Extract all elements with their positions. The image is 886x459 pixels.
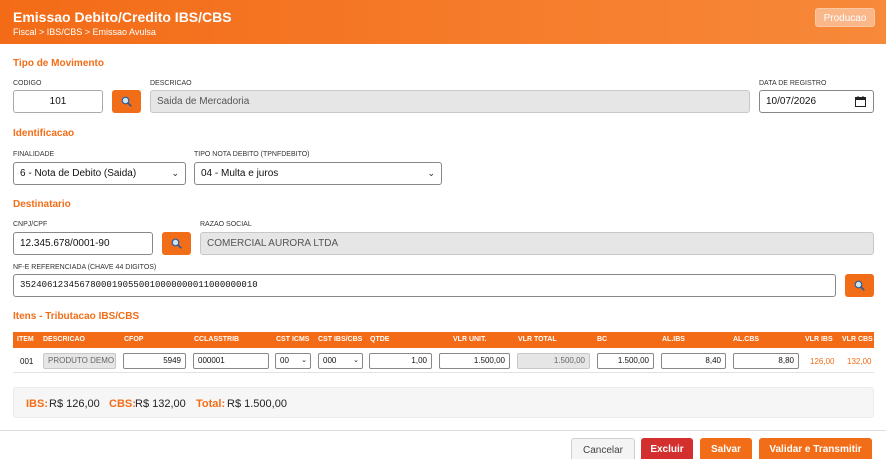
item-vlr-total-field: 1.500,00 bbox=[517, 353, 590, 369]
col-vlr-unit: VLR UNIT. bbox=[453, 336, 487, 343]
data-registro-label: DATA DE REGISTRO bbox=[759, 80, 827, 87]
item-cst-ibscbs-select[interactable]: 000 ⌄ bbox=[318, 353, 363, 369]
grand-total-label: Total: bbox=[196, 398, 226, 410]
descricao-label: DESCRICAO bbox=[150, 80, 192, 87]
validate-transmit-button[interactable]: Validar e Transmitir bbox=[759, 438, 872, 459]
ibs-total-label: IBS: bbox=[26, 398, 48, 410]
footer-divider bbox=[0, 430, 886, 431]
cnpj-input[interactable]: 12.345.678/0001-90 bbox=[13, 232, 153, 255]
breadcrumb: Fiscal > IBS/CBS > Emissao Avulsa bbox=[13, 27, 156, 37]
totals-panel: IBS: R$ 126,00 CBS: R$ 132,00 Total: R$ … bbox=[13, 387, 874, 418]
ibs-total-value: R$ 126,00 bbox=[49, 398, 100, 410]
item-al-ibs-input[interactable]: 8,40 bbox=[661, 353, 726, 369]
search-icon bbox=[171, 238, 182, 249]
section-identificacao: Identificacao bbox=[13, 128, 75, 139]
cnpj-search-button[interactable] bbox=[162, 232, 191, 255]
item-cst-ibscbs-value: 000 bbox=[323, 356, 337, 365]
col-bc: BC bbox=[597, 336, 608, 343]
col-al-ibs: AL.IBS bbox=[662, 336, 685, 343]
col-cfop: CFOP bbox=[124, 336, 144, 343]
delete-button[interactable]: Excluir bbox=[641, 438, 693, 459]
finalidade-value: 6 - Nota de Debito (Saida) bbox=[20, 168, 137, 179]
chevron-down-icon: ⌄ bbox=[353, 357, 359, 364]
col-qtde: QTDE bbox=[370, 336, 390, 343]
item-vlr-unit-input[interactable]: 1.500,00 bbox=[439, 353, 510, 369]
razao-field: COMERCIAL AURORA LTDA bbox=[200, 232, 874, 255]
nfe-label: NF-E REFERENCIADA (CHAVE 44 DIGITOS) bbox=[13, 264, 157, 271]
tipo-nota-label: TIPO NOTA DEBITO (TPNFDEBITO) bbox=[194, 151, 310, 158]
item-qtde-input[interactable]: 1,00 bbox=[369, 353, 432, 369]
section-itens: Itens - Tributacao IBS/CBS bbox=[13, 311, 140, 322]
chevron-down-icon: ⌄ bbox=[171, 168, 179, 178]
codigo-search-button[interactable] bbox=[112, 90, 141, 113]
cbs-total-label: CBS: bbox=[109, 398, 136, 410]
codigo-label: CODIGO bbox=[13, 80, 42, 87]
tipo-nota-value: 04 - Multa e juros bbox=[201, 168, 279, 179]
razao-label: RAZAO SOCIAL bbox=[200, 221, 252, 228]
item-vlr-ibs: 126,00 bbox=[810, 357, 835, 366]
codigo-input[interactable]: 101 bbox=[13, 90, 103, 113]
cnpj-label: CNPJ/CPF bbox=[13, 221, 48, 228]
cancel-button[interactable]: Cancelar bbox=[571, 438, 635, 459]
col-vlr-cbs: VLR CBS bbox=[842, 336, 873, 343]
section-destinatario: Destinatario bbox=[13, 199, 71, 210]
search-icon bbox=[854, 280, 865, 291]
search-icon bbox=[121, 96, 132, 107]
item-number: 001 bbox=[20, 357, 34, 366]
col-cclasstrib: CCLASSTRIB bbox=[194, 336, 240, 343]
environment-button[interactable]: Producao bbox=[815, 8, 875, 27]
item-bc-input[interactable]: 1.500,00 bbox=[597, 353, 654, 369]
col-vlr-total: VLR TOTAL bbox=[518, 336, 557, 343]
data-registro-value: 10/07/2026 bbox=[766, 96, 817, 107]
col-al-cbs: AL.CBS bbox=[733, 336, 760, 343]
page-title: Emissao Debito/Credito IBS/CBS bbox=[13, 9, 232, 25]
items-table-header: ITEM DESCRICAO CFOP CCLASSTRIB CST ICMS … bbox=[13, 332, 874, 348]
chevron-down-icon: ⌄ bbox=[427, 168, 435, 178]
col-vlr-ibs: VLR IBS bbox=[805, 336, 833, 343]
item-cst-icms-select[interactable]: 00 ⌄ bbox=[275, 353, 311, 369]
item-cclasstrib-input[interactable]: 000001 bbox=[193, 353, 269, 369]
descricao-field: Saida de Mercadoria bbox=[150, 90, 750, 113]
col-item: ITEM bbox=[17, 336, 34, 343]
nfe-input[interactable]: 3524061234567800019055001000000001100000… bbox=[13, 274, 836, 297]
finalidade-select[interactable]: 6 - Nota de Debito (Saida) ⌄ bbox=[13, 162, 186, 185]
item-vlr-cbs: 132,00 bbox=[847, 357, 872, 366]
tipo-nota-select[interactable]: 04 - Multa e juros ⌄ bbox=[194, 162, 442, 185]
col-cst-icms: CST ICMS bbox=[276, 336, 310, 343]
save-button[interactable]: Salvar bbox=[700, 438, 752, 459]
data-registro-input[interactable]: 10/07/2026 bbox=[759, 90, 874, 113]
item-cst-icms-value: 00 bbox=[280, 356, 289, 365]
calendar-icon[interactable] bbox=[855, 96, 866, 107]
chevron-down-icon: ⌄ bbox=[301, 357, 307, 364]
cbs-total-value: R$ 132,00 bbox=[135, 398, 186, 410]
page-header: Emissao Debito/Credito IBS/CBS Fiscal > … bbox=[0, 0, 886, 44]
item-descricao-field: PRODUTO DEMO bbox=[43, 353, 116, 369]
section-tipo-movimento: Tipo de Movimento bbox=[13, 58, 104, 69]
nfe-search-button[interactable] bbox=[845, 274, 874, 297]
row-divider bbox=[13, 372, 874, 373]
item-cfop-input[interactable]: 5949 bbox=[123, 353, 186, 369]
grand-total-value: R$ 1.500,00 bbox=[227, 398, 287, 410]
item-al-cbs-input[interactable]: 8,80 bbox=[733, 353, 799, 369]
finalidade-label: FINALIDADE bbox=[13, 151, 55, 158]
col-descricao: DESCRICAO bbox=[43, 336, 86, 343]
col-cst-ibscbs: CST IBS/CBS bbox=[318, 336, 363, 343]
